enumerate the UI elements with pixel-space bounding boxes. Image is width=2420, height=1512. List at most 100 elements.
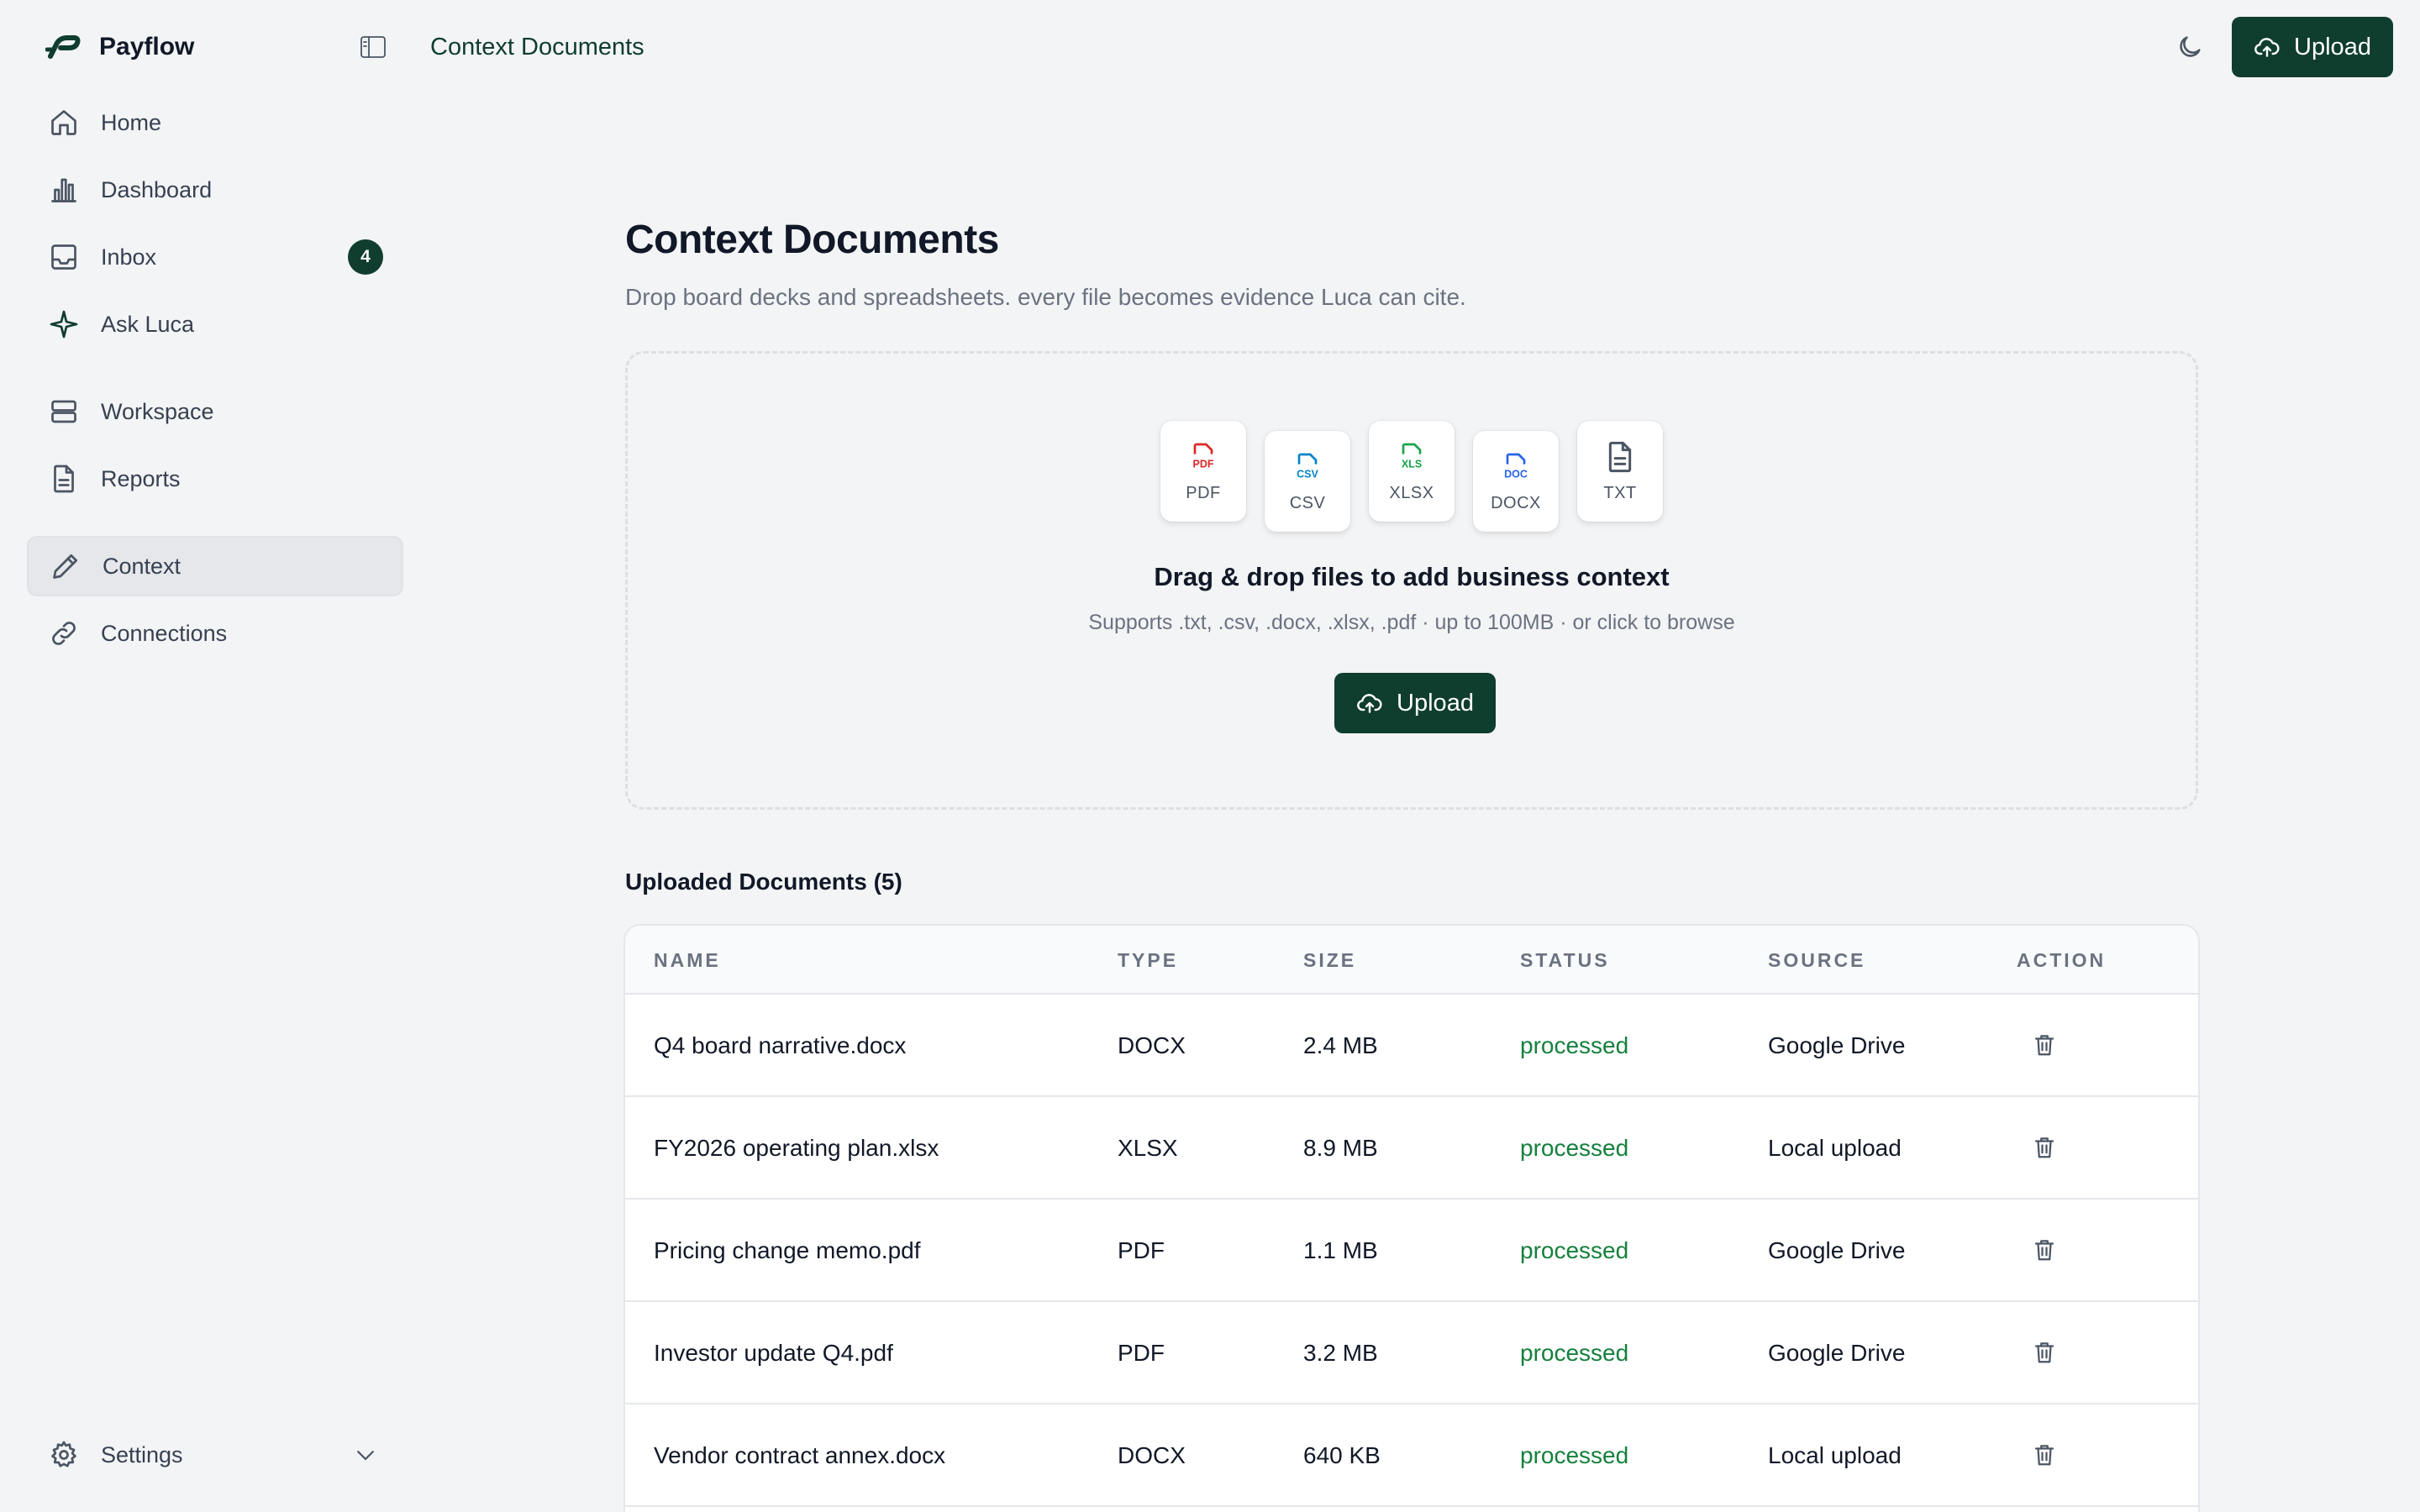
chevron-down-icon [353, 1442, 378, 1467]
sidebar-item-label: Connections [101, 620, 228, 646]
document-type: DOCX [1118, 1442, 1186, 1468]
cloud-upload-icon [1356, 690, 1383, 717]
sidebar-item-label: Workspace [101, 398, 214, 424]
sidebar-item-reports[interactable]: Reports [27, 449, 403, 509]
filetype-label: DOCX [1491, 493, 1541, 512]
pdf-file-icon: PDF [1186, 440, 1220, 474]
delete-button[interactable] [2032, 1236, 2057, 1263]
dropzone-upload-button[interactable]: Upload [1334, 673, 1496, 733]
filetype-card-pdf: PDF PDF [1160, 421, 1246, 522]
sidebar-item-home[interactable]: Home [27, 92, 403, 153]
document-source: Google Drive [1768, 1237, 1906, 1263]
column-header-source[interactable]: SOURCE [1768, 926, 1865, 995]
sidebar-item-context[interactable]: Context [27, 536, 403, 596]
document-type: PDF [1118, 1340, 1165, 1366]
upload-label: Upload [2294, 33, 2371, 60]
xlsx-file-icon: XLS [1395, 440, 1428, 474]
trash-icon [2032, 1134, 2057, 1161]
document-name[interactable]: Q4 board narrative.docx [654, 995, 906, 1097]
file-dropzone[interactable]: PDF PDF CSV CSV XLS XLSX DOC DOCX TXT Dr… [625, 351, 2198, 810]
document-size: 3.2 MB [1303, 1340, 1378, 1366]
document-name[interactable]: Vendor contract annex.docx [654, 1404, 945, 1507]
document-type: DOCX [1118, 1032, 1186, 1058]
dropzone-subtitle: Supports .txt, .csv, .docx, .xlsx, .pdf … [1088, 611, 1735, 634]
settings-label: Settings [101, 1441, 183, 1467]
document-status: processed [1520, 1032, 1629, 1058]
delete-button[interactable] [2032, 1134, 2057, 1161]
filetype-label: CSV [1289, 493, 1326, 512]
sidebar-item-workspace[interactable]: Workspace [27, 381, 403, 442]
delete-button[interactable] [2032, 1339, 2057, 1366]
filetype-label: XLSX [1389, 483, 1434, 502]
sidebar-item-ask-luca[interactable]: Ask Luca [27, 294, 403, 354]
table-row[interactable]: Q4 board narrative.docx DOCX 2.4 MB proc… [625, 995, 2198, 1097]
sidebar-item-connections[interactable]: Connections [27, 603, 403, 664]
document-name[interactable]: FY2026 operating plan.xlsx [654, 1097, 939, 1200]
upload-label: Upload [1397, 689, 1474, 717]
delete-button[interactable] [2032, 1032, 2057, 1058]
table-row[interactable]: Vendor contract annex.docx DOCX 640 KB p… [625, 1404, 2198, 1507]
document-icon [49, 464, 79, 494]
trash-icon [2032, 1236, 2057, 1263]
header-upload-button[interactable]: Upload [2232, 17, 2393, 77]
sidebar-item-dashboard[interactable]: Dashboard [27, 160, 403, 220]
sidebar: Payflow Home Dashboard Inbox 4 Ask Luca … [0, 0, 412, 1512]
column-header-size[interactable]: SIZE [1303, 926, 1356, 995]
column-header-action: ACTION [2017, 949, 2107, 971]
trash-icon [2032, 1032, 2057, 1058]
document-source: Google Drive [1768, 1032, 1906, 1058]
table-row[interactable]: Pricing change memo.pdf PDF 1.1 MB proce… [625, 1200, 2198, 1302]
document-name[interactable]: Pricing change memo.pdf [654, 1200, 921, 1302]
file-tag-text: DOC [1504, 468, 1528, 480]
file-tag-text: CSV [1297, 468, 1318, 480]
table-header: NAME TYPE SIZE STATUS SOURCE ACTION [625, 926, 2198, 995]
file-tag-text: PDF [1193, 458, 1214, 470]
sidebar-item-label: Context [103, 553, 182, 579]
table-row[interactable]: FY2026 operating plan.xlsx XLSX 8.9 MB p… [625, 1097, 2198, 1200]
bar-chart-icon [49, 175, 79, 205]
table-row[interactable]: Investor update Q4.pdf PDF 3.2 MB proces… [625, 1302, 2198, 1404]
filetype-card-xlsx: XLS XLSX [1369, 421, 1455, 522]
brand[interactable]: Payflow [45, 30, 194, 64]
document-size: 1.1 MB [1303, 1237, 1378, 1263]
document-type: PDF [1118, 1237, 1165, 1263]
txt-file-icon [1603, 440, 1637, 474]
home-icon [49, 108, 79, 138]
document-source: Local upload [1768, 1442, 1902, 1468]
inbox-icon [49, 242, 79, 272]
theme-toggle-button[interactable] [2173, 30, 2207, 64]
filetype-label: PDF [1186, 483, 1221, 502]
document-status: processed [1520, 1237, 1629, 1263]
sidebar-panel-icon [360, 35, 387, 59]
layers-icon [49, 396, 79, 427]
page-title: Context Documents [625, 218, 999, 262]
document-size: 2.4 MB [1303, 1032, 1378, 1058]
docx-file-icon: DOC [1499, 450, 1533, 484]
link-icon [49, 618, 79, 648]
documents-table-title: Uploaded Documents (5) [625, 869, 902, 895]
cloud-upload-icon [2254, 34, 2281, 60]
app-name: Payflow [99, 33, 195, 60]
sidebar-item-inbox[interactable]: Inbox 4 [27, 227, 403, 287]
column-header-status[interactable]: STATUS [1520, 926, 1610, 995]
filetype-card-csv: CSV CSV [1265, 431, 1350, 532]
settings-menu[interactable]: Settings [27, 1425, 403, 1485]
inbox-count-badge: 4 [348, 239, 383, 275]
payflow-logo-icon [45, 34, 82, 60]
moon-icon [2175, 33, 2204, 61]
sidebar-item-label: Inbox [101, 244, 157, 270]
filetype-card-docx: DOC DOCX [1473, 431, 1559, 532]
delete-button[interactable] [2032, 1441, 2057, 1468]
sidebar-item-label: Dashboard [101, 176, 213, 202]
column-header-type[interactable]: TYPE [1118, 926, 1178, 995]
gear-icon [49, 1440, 79, 1470]
document-type: XLSX [1118, 1135, 1178, 1161]
sidebar-toggle-button[interactable] [356, 32, 390, 62]
document-status: processed [1520, 1135, 1629, 1161]
document-name[interactable]: Investor update Q4.pdf [654, 1302, 893, 1404]
dropzone-title: Drag & drop files to add business contex… [1154, 562, 1670, 591]
column-header-name[interactable]: NAME [654, 926, 721, 995]
document-status: processed [1520, 1340, 1629, 1366]
sparkle-icon [49, 309, 79, 339]
filetype-label: TXT [1603, 483, 1637, 502]
